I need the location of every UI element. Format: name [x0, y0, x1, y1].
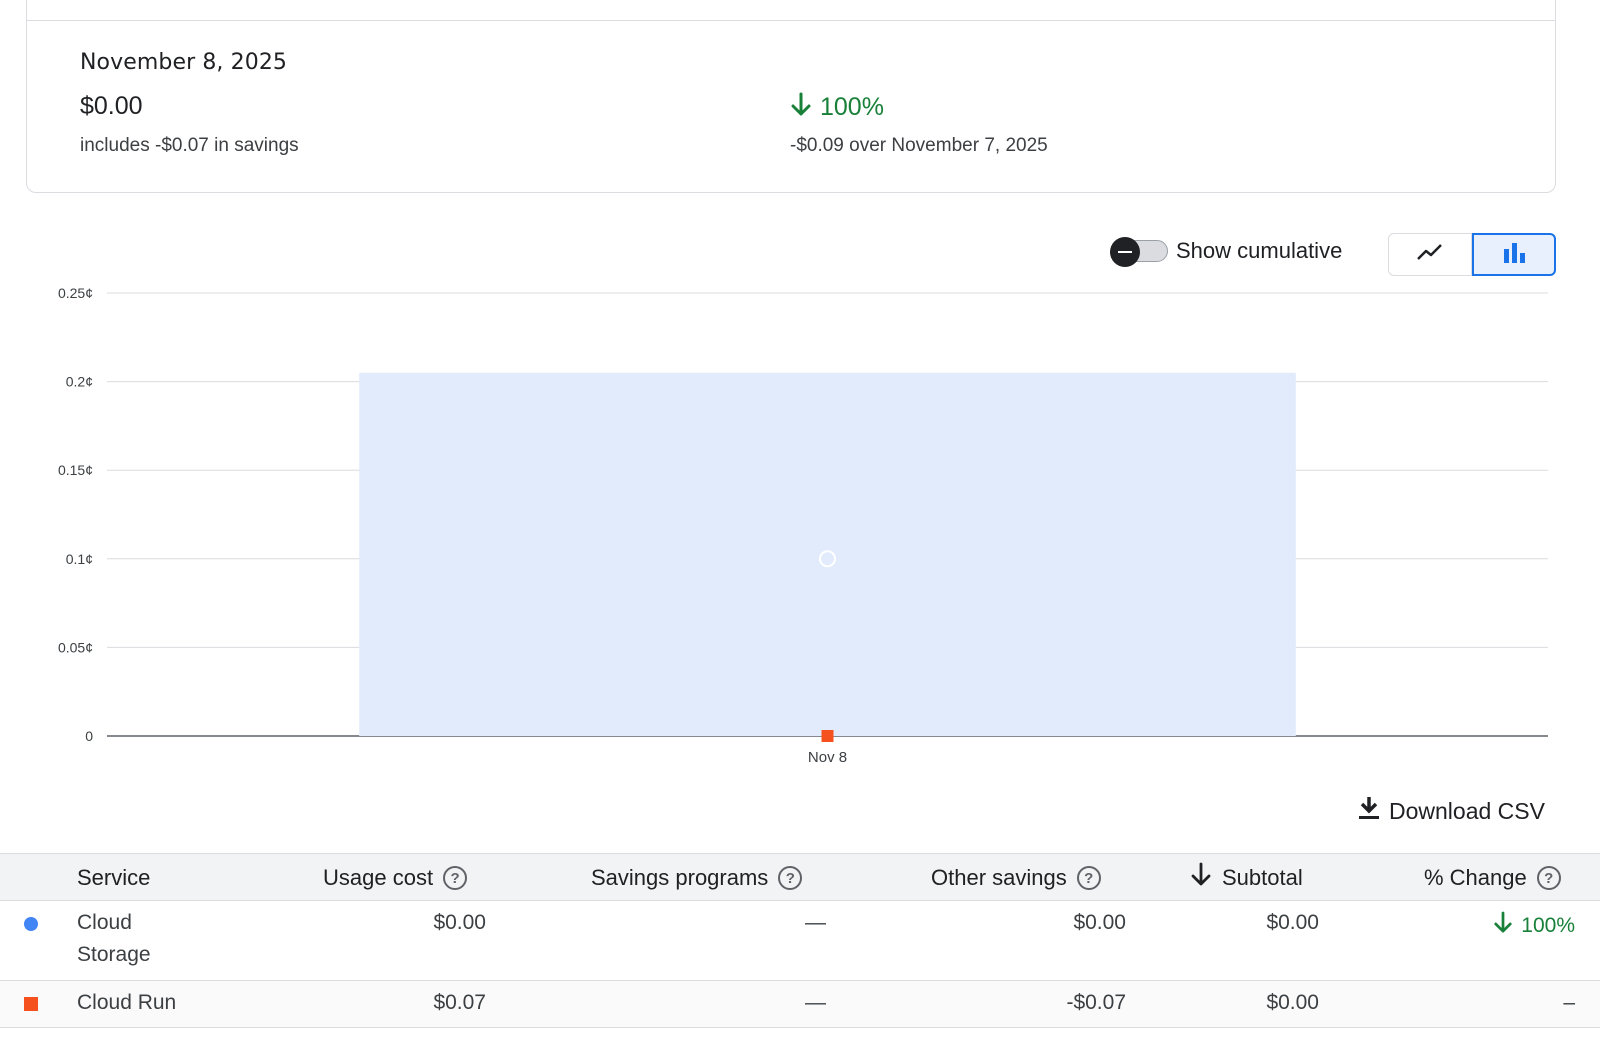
table-header: Service Usage cost ? Savings programs ? …: [0, 853, 1600, 901]
header-savings-programs[interactable]: Savings programs ?: [591, 854, 803, 902]
other-savings-cell: -$0.07: [1066, 991, 1126, 1014]
toggle-knob: [1110, 237, 1140, 267]
y-tick-label: 0.1¢: [66, 551, 93, 567]
table-row[interactable]: Cloud Run $0.07 — -$0.07 $0.00 –: [0, 981, 1600, 1028]
arrow-down-icon: [790, 92, 812, 123]
subtotal-cell: $0.00: [1266, 911, 1319, 934]
y-tick-label: 0.15¢: [58, 462, 93, 478]
other-savings-cell: $0.00: [1073, 911, 1126, 934]
usage-cost-cell: $0.07: [433, 991, 486, 1014]
y-tick-label: 0.25¢: [58, 285, 93, 301]
help-icon[interactable]: ?: [443, 866, 468, 890]
service-name-line1: Cloud: [77, 911, 132, 934]
pct-change-value: 100%: [1521, 914, 1575, 937]
marker-cloud-run: [821, 730, 834, 742]
help-icon[interactable]: ?: [1076, 866, 1101, 890]
header-pct-change-label: % Change: [1424, 865, 1527, 890]
download-csv-button[interactable]: Download CSV: [1357, 795, 1545, 827]
header-pct-change[interactable]: % Change ?: [1424, 854, 1561, 902]
download-icon: [1357, 795, 1381, 827]
cost-chart: 0 0.05¢ 0.1¢ 0.15¢ 0.2¢ 0.25¢ Nov 8: [0, 275, 1600, 775]
line-chart-button[interactable]: [1388, 233, 1472, 276]
service-name: Cloud Run: [77, 991, 177, 1014]
summary-amount: $0.00: [80, 92, 143, 120]
header-other-savings-label: Other savings: [931, 865, 1067, 890]
service-name-line2: Storage: [77, 943, 151, 966]
bar-chart-icon: [1502, 241, 1526, 268]
usage-cost-cell: $0.00: [433, 911, 486, 934]
y-tick-label: 0: [85, 728, 93, 744]
header-subtotal-label: Subtotal: [1222, 865, 1303, 890]
summary-date: November 8, 2025: [80, 50, 288, 75]
summary-change-percent: 100%: [820, 93, 884, 121]
summary-change: 100%: [790, 92, 884, 123]
download-csv-label: Download CSV: [1389, 797, 1545, 824]
pct-change-cell: –: [1563, 991, 1575, 1014]
help-icon[interactable]: ?: [778, 866, 803, 890]
x-tick-label: Nov 8: [808, 749, 847, 766]
series-color-square: [24, 997, 38, 1011]
cost-chart-svg: 0 0.05¢ 0.1¢ 0.15¢ 0.2¢ 0.25¢ Nov 8: [58, 285, 1548, 766]
summary-savings-note: includes -$0.07 in savings: [80, 135, 299, 156]
sort-arrow-down-icon: [1190, 862, 1212, 894]
series-color-dot: [24, 917, 38, 931]
service-name: Cloud Storage: [77, 911, 151, 967]
hover-point: [819, 550, 836, 568]
show-cumulative-label: Show cumulative: [1176, 238, 1343, 263]
arrow-down-icon: [1493, 911, 1513, 941]
header-service[interactable]: Service: [77, 854, 150, 902]
pct-change-cell: 100%: [1493, 911, 1575, 941]
header-service-label: Service: [77, 865, 151, 890]
bar-chart-button[interactable]: [1472, 233, 1556, 276]
savings-programs-cell: —: [805, 991, 826, 1014]
summary-divider: [26, 20, 1556, 21]
table-row[interactable]: Cloud Storage $0.00 — $0.00 $0.00 100%: [0, 901, 1600, 981]
y-tick-label: 0.2¢: [66, 374, 93, 390]
header-other-savings[interactable]: Other savings ?: [931, 854, 1101, 902]
chart-type-selector: [1388, 233, 1556, 276]
header-subtotal[interactable]: Subtotal: [1190, 854, 1303, 902]
show-cumulative-toggle[interactable]: [1110, 237, 1170, 267]
subtotal-cell: $0.00: [1266, 991, 1319, 1014]
savings-programs-cell: —: [805, 911, 826, 934]
services-table: Service Usage cost ? Savings programs ? …: [0, 853, 1600, 1028]
help-icon[interactable]: ?: [1536, 866, 1561, 890]
header-usage-cost-label: Usage cost: [323, 865, 434, 890]
header-savings-programs-label: Savings programs: [591, 865, 769, 890]
y-tick-label: 0.05¢: [58, 639, 93, 655]
line-chart-icon: [1416, 242, 1444, 267]
header-usage-cost[interactable]: Usage cost ?: [323, 854, 468, 902]
summary-change-note: -$0.09 over November 7, 2025: [790, 135, 1048, 156]
